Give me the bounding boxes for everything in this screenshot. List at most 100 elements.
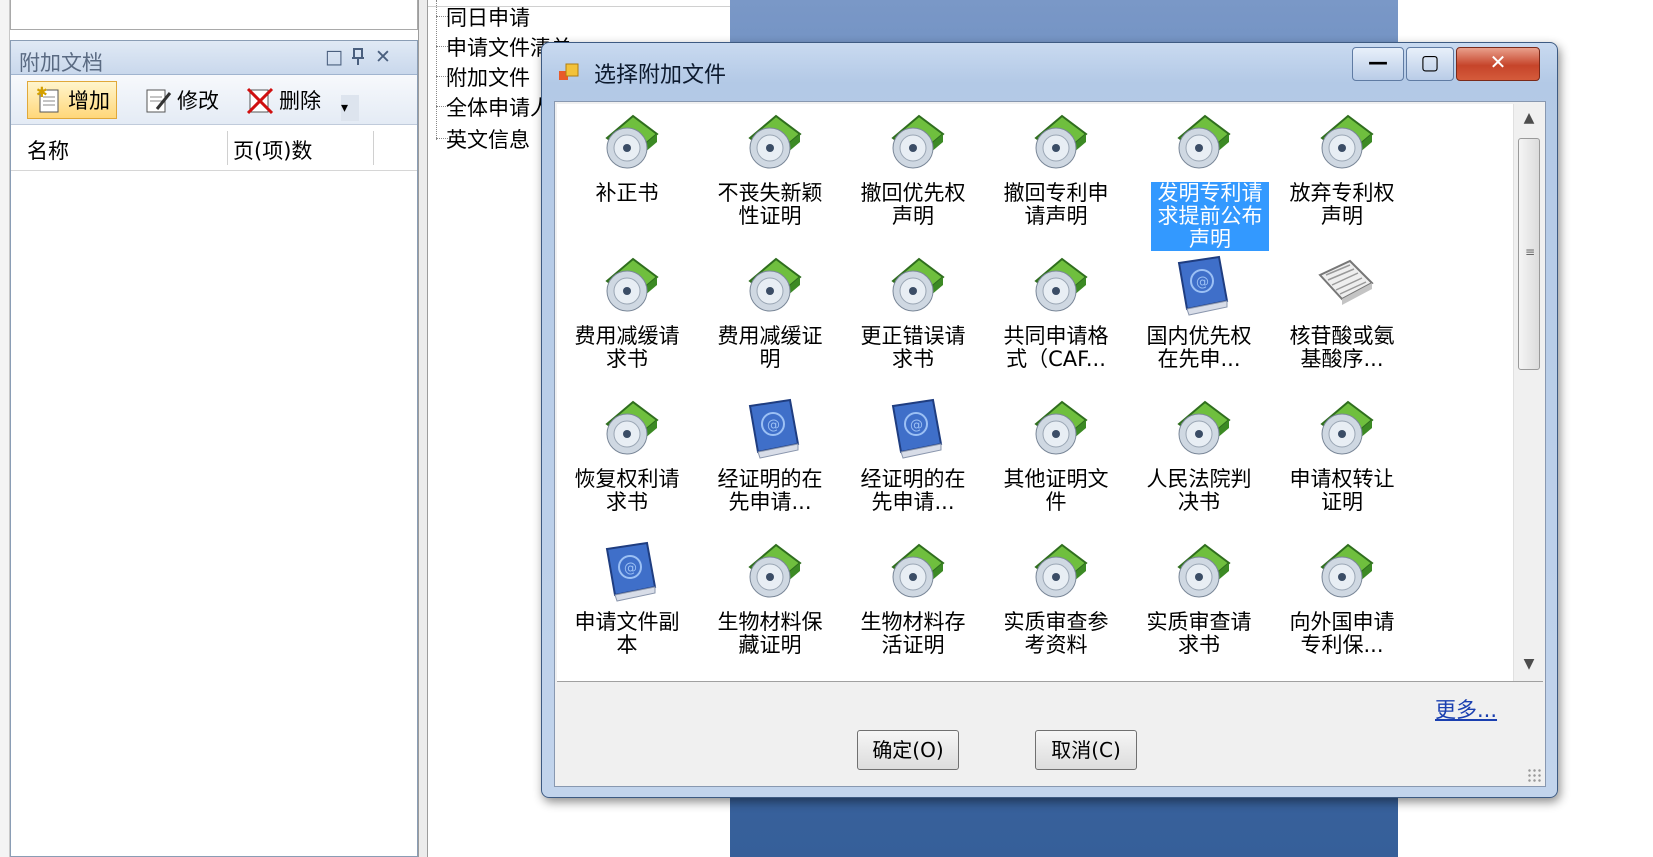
upper-field[interactable] xyxy=(10,0,418,30)
attachment-type-item[interactable]: 更正错误请 求书 xyxy=(843,253,983,395)
add-button[interactable]: ✱ 增加 xyxy=(27,81,117,119)
cancel-button[interactable]: 取消(C) xyxy=(1035,730,1137,770)
svg-text:✱: ✱ xyxy=(36,85,48,101)
close-panel-icon[interactable]: ✕ xyxy=(375,46,391,68)
attachment-type-item[interactable]: @ 国内优先权 在先申... xyxy=(1129,253,1269,395)
attachment-type-label: 实质审查参 考资料 xyxy=(1003,610,1109,657)
scroll-down-arrow[interactable]: ▼ xyxy=(1514,656,1543,672)
attachment-type-list[interactable]: ▲ ≡ ▼ 补正书 不丧失新颖 性证明 撤回优先权 声明 撤回专利申 请声明 发明专利请… xyxy=(557,104,1543,682)
attachment-type-label: 更正错误请 求书 xyxy=(860,324,966,371)
pin-icon[interactable] xyxy=(351,48,365,71)
attachment-type-item[interactable]: @ 经证明的在 先申请... xyxy=(843,396,983,538)
close-button[interactable]: ✕ xyxy=(1456,47,1540,81)
vertical-scrollbar[interactable]: ▲ ≡ ▼ xyxy=(1513,104,1543,681)
book-icon: @ xyxy=(1169,253,1235,317)
column-divider[interactable] xyxy=(373,131,374,165)
panel-title: 附加文档 xyxy=(19,51,103,75)
book-icon: @ xyxy=(597,539,663,603)
cd-icon xyxy=(1026,396,1092,460)
ok-button[interactable]: 确定(O) xyxy=(857,730,959,770)
attachment-type-item[interactable]: @ 申请文件副 本 xyxy=(557,539,697,681)
attachment-type-label: 生物材料存 活证明 xyxy=(860,610,966,657)
cd-icon xyxy=(1169,396,1235,460)
attachment-type-item[interactable]: 实质审查请 求书 xyxy=(1129,539,1269,681)
grid-header: 名称 页(项)数 xyxy=(11,125,417,171)
column-divider[interactable] xyxy=(227,131,228,165)
attachment-type-item[interactable]: 其他证明文 件 xyxy=(986,396,1126,538)
attachment-type-label: 共同申请格 式（CAF... xyxy=(1003,324,1109,371)
attachment-type-item[interactable]: 实质审查参 考资料 xyxy=(986,539,1126,681)
attachment-type-label: 国内优先权 在先申... xyxy=(1146,324,1252,371)
cd-icon xyxy=(740,539,806,603)
attachment-type-label: 经证明的在 先申请... xyxy=(860,467,966,514)
attachment-type-item[interactable]: 发明专利请 求提前公布 声明 xyxy=(1129,110,1269,252)
resize-grip[interactable] xyxy=(1527,768,1541,782)
scroll-up-arrow[interactable]: ▲ xyxy=(1514,110,1543,126)
panel-splitter[interactable] xyxy=(418,0,428,857)
delete-button[interactable]: 删除 xyxy=(239,81,327,119)
attachment-type-item[interactable]: 恢复权利请 求书 xyxy=(557,396,697,538)
attachment-type-item[interactable]: 生物材料存 活证明 xyxy=(843,539,983,681)
attachment-type-item[interactable]: 费用减缓请 求书 xyxy=(557,253,697,395)
attachment-type-label: 生物材料保 藏证明 xyxy=(717,610,823,657)
cd-icon xyxy=(883,253,949,317)
attachment-type-item[interactable]: 向外国申请 专利保... xyxy=(1272,539,1412,681)
attachment-type-item[interactable]: 共同申请格 式（CAF... xyxy=(986,253,1126,395)
cd-icon xyxy=(1312,539,1378,603)
minimize-button[interactable]: — xyxy=(1352,47,1404,81)
tree-item-same-day-application[interactable]: 同日申请 xyxy=(446,2,530,32)
cd-icon xyxy=(1169,110,1235,174)
attachment-type-item[interactable]: 生物材料保 藏证明 xyxy=(700,539,840,681)
book-icon: @ xyxy=(883,396,949,460)
left-dock-edge xyxy=(0,0,10,857)
edit-document-icon xyxy=(143,85,173,115)
attachment-type-label: 恢复权利请 求书 xyxy=(574,467,680,514)
tree-item-attachments[interactable]: 附加文件 xyxy=(446,62,530,92)
attachment-type-item[interactable]: 人民法院判 决书 xyxy=(1129,396,1269,538)
tree-connector xyxy=(436,0,437,140)
delete-button-label: 删除 xyxy=(279,89,321,113)
maximize-icon: ▢ xyxy=(1420,50,1440,74)
attachment-type-item[interactable]: 不丧失新颖 性证明 xyxy=(700,110,840,252)
attachment-type-item[interactable]: 申请权转让 证明 xyxy=(1272,396,1412,538)
attachment-type-label: 人民法院判 决书 xyxy=(1146,467,1252,514)
attachment-type-label: 撤回专利申 请声明 xyxy=(1003,181,1109,228)
float-icon[interactable]: □ xyxy=(325,46,343,68)
attachment-type-label: 撤回优先权 声明 xyxy=(860,181,966,228)
attachment-type-label: 费用减缓证 明 xyxy=(717,324,823,371)
svg-text:@: @ xyxy=(1196,275,1209,290)
attachment-type-item[interactable]: 放弃专利权 声明 xyxy=(1272,110,1412,252)
edit-button[interactable]: 修改 xyxy=(137,81,225,119)
column-pages-header[interactable]: 页(项)数 xyxy=(233,135,312,165)
cd-icon xyxy=(1026,110,1092,174)
attachment-type-label: 补正书 xyxy=(595,181,659,205)
svg-text:@: @ xyxy=(767,418,780,433)
scroll-grip-icon: ≡ xyxy=(1525,245,1536,259)
attachment-type-item[interactable]: 费用减缓证 明 xyxy=(700,253,840,395)
attachment-type-item[interactable]: 撤回专利申 请声明 xyxy=(986,110,1126,252)
attachment-type-label: 不丧失新颖 性证明 xyxy=(717,181,823,228)
column-name-header[interactable]: 名称 xyxy=(27,135,69,165)
attachment-type-item[interactable]: @ 经证明的在 先申请... xyxy=(700,396,840,538)
more-link[interactable]: 更多... xyxy=(1435,694,1497,724)
attachment-type-label: 经证明的在 先申请... xyxy=(717,467,823,514)
maximize-button[interactable]: ▢ xyxy=(1406,47,1454,81)
attachment-type-item[interactable]: 补正书 xyxy=(557,110,697,252)
attachment-type-item[interactable]: 核苷酸或氨 基酸序... xyxy=(1272,253,1412,395)
cd-icon xyxy=(1312,110,1378,174)
toolbar-overflow-button[interactable]: ▾ xyxy=(341,95,359,121)
scroll-thumb[interactable]: ≡ xyxy=(1518,138,1540,370)
add-document-icon: ✱ xyxy=(34,85,64,115)
panel-toolbar: ✱ 增加 修改 删除 ▾ xyxy=(11,75,417,125)
delete-document-icon xyxy=(245,85,275,115)
cd-icon xyxy=(1026,539,1092,603)
add-button-label: 增加 xyxy=(68,89,110,113)
attachment-type-item[interactable]: 撤回优先权 声明 xyxy=(843,110,983,252)
attachment-type-label: 核苷酸或氨 基酸序... xyxy=(1289,324,1395,371)
tree-item-english-info[interactable]: 英文信息 xyxy=(446,124,530,154)
window-app-icon xyxy=(558,61,580,83)
edit-button-label: 修改 xyxy=(177,89,219,113)
document-icon xyxy=(1312,253,1378,317)
tree-item-all-applicants[interactable]: 全体申请人 xyxy=(446,92,551,122)
book-icon: @ xyxy=(740,396,806,460)
